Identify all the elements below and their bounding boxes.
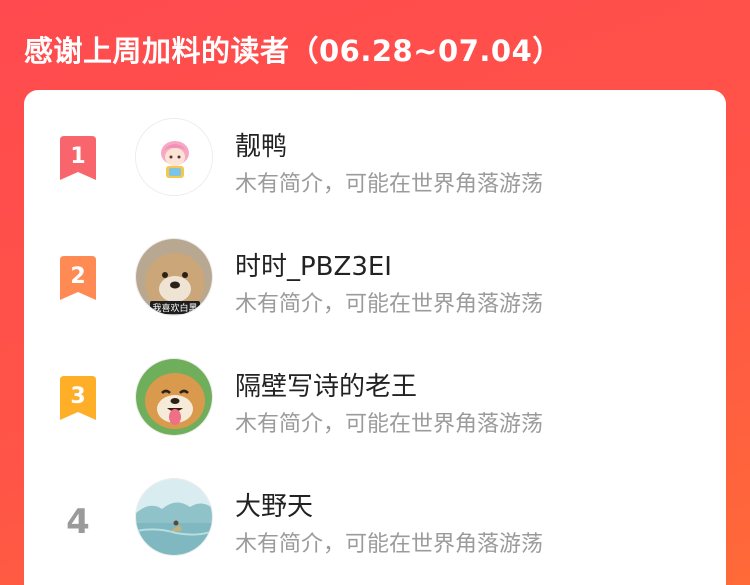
- reader-bio: 木有简介，可能在世界角落游荡: [235, 412, 544, 437]
- smiling-shiba-icon: [136, 359, 212, 435]
- rank-number: 2: [70, 264, 85, 289]
- reader-name: 靓鸭: [235, 132, 288, 162]
- rank-1-ribbon-icon: 1: [56, 134, 100, 184]
- reader-row[interactable]: 1 靓鸭 木有简介，可能在世界角落游荡: [24, 114, 726, 224]
- rank-2-ribbon-icon: 2: [56, 254, 100, 304]
- rank-number: 1: [70, 144, 85, 169]
- thanks-readers-panel: 感谢上周加料的读者（06.28~07.04） 1 靓鸭 木有简介，可能在世界角落…: [0, 0, 750, 585]
- rank-3-ribbon-icon: 3: [56, 374, 100, 424]
- reader-row[interactable]: 4 大野天 木有简介，可能在世界角落游荡: [24, 474, 726, 584]
- avatar-caption: 我喜欢白黑: [152, 302, 197, 314]
- avatar[interactable]: [135, 118, 213, 196]
- shiba-dog-icon: 我喜欢白黑: [136, 239, 212, 315]
- reader-row[interactable]: 2 我喜欢白黑 时时_PBZ3EI 木有简介，可能在世界角落游荡: [24, 234, 726, 344]
- avatar[interactable]: [135, 358, 213, 436]
- panel-title: 感谢上周加料的读者（06.28~07.04）: [24, 34, 562, 68]
- reader-name: 时时_PBZ3EI: [235, 252, 392, 282]
- reader-row[interactable]: 3 隔壁写诗的老王 木有简介，可能在世界角落游荡: [24, 354, 726, 464]
- landscape-painting-icon: [136, 479, 212, 555]
- reader-name: 隔壁写诗的老王: [235, 372, 418, 402]
- reader-bio: 木有简介，可能在世界角落游荡: [235, 292, 544, 317]
- reader-list: 1 靓鸭 木有简介，可能在世界角落游荡 2 我喜欢白黑 时时_PBZ3EI 木有…: [24, 90, 726, 585]
- rank-number: 3: [70, 384, 85, 409]
- reader-bio: 木有简介，可能在世界角落游荡: [235, 172, 544, 197]
- avatar[interactable]: [135, 478, 213, 556]
- reader-name: 大野天: [235, 492, 314, 522]
- reader-bio: 木有简介，可能在世界角落游荡: [235, 532, 544, 557]
- avatar[interactable]: 我喜欢白黑: [135, 238, 213, 316]
- rank-number: 4: [66, 502, 90, 542]
- pink-hair-girl-icon: [136, 119, 212, 195]
